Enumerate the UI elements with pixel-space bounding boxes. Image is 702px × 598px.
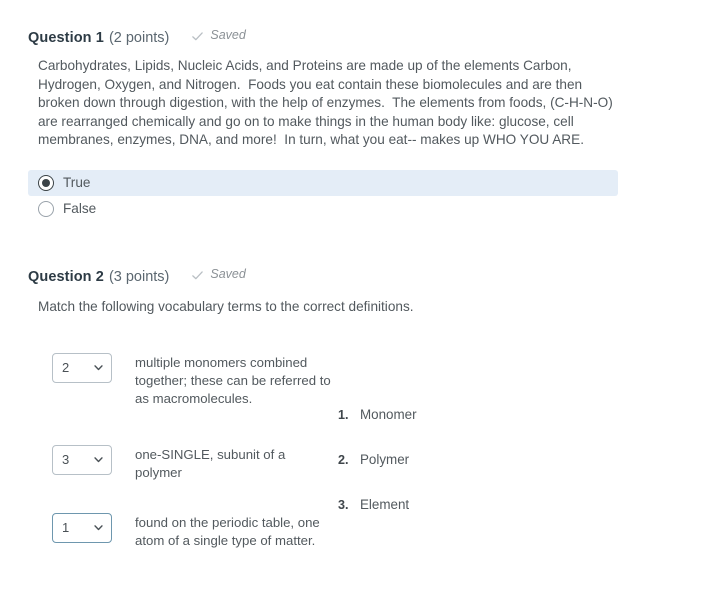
match-select-1-value: 2	[62, 360, 70, 376]
radio-false-icon[interactable]	[38, 200, 54, 217]
term-number: 2.	[338, 452, 349, 467]
question-1-saved-label: Saved	[210, 28, 246, 42]
answer-label-true: True	[63, 175, 91, 191]
term-label: Polymer	[360, 451, 410, 467]
chevron-down-icon	[93, 362, 104, 373]
question-2-saved-status: Saved	[191, 267, 246, 282]
question-1-title: Question 1	[28, 29, 104, 46]
chevron-down-icon	[93, 522, 104, 533]
match-select-3[interactable]: 1	[52, 512, 112, 543]
match-row: 3 one-SINGLE, subunit of a polymer	[52, 444, 331, 482]
match-row: 1 found on the periodic table, one atom …	[52, 512, 331, 550]
match-select-1[interactable]: 2	[52, 352, 112, 383]
question-1-saved-status: Saved	[191, 28, 246, 43]
matching-area: 2 multiple monomers combined together; t…	[0, 335, 702, 565]
answer-label-false: False	[63, 201, 97, 217]
question-1-points: (2 points)	[108, 29, 170, 46]
question-2-points: (3 points)	[108, 268, 170, 285]
radio-true-icon[interactable]	[38, 174, 54, 191]
question-1-header: Question 1 (2 points) Saved	[28, 28, 702, 48]
term-label: Element	[360, 496, 410, 512]
term-number: 3.	[338, 497, 349, 512]
question-1-body-text: Carbohydrates, Lipids, Nucleic Acids, an…	[38, 58, 617, 148]
answer-option-false[interactable]: False	[28, 196, 618, 222]
match-definition-2: one-SINGLE, subunit of a polymer	[135, 446, 286, 480]
check-icon	[191, 30, 204, 43]
check-icon	[191, 269, 204, 282]
match-row: 2 multiple monomers combined together; t…	[52, 352, 331, 409]
term-number: 1.	[338, 407, 349, 422]
match-select-2-value: 3	[62, 452, 70, 468]
question-1-answers: True False	[28, 169, 618, 222]
answer-option-true[interactable]: True	[28, 169, 618, 196]
match-select-2[interactable]: 3	[52, 444, 112, 475]
list-item: 2. Polymer	[338, 452, 409, 467]
question-2-saved-label: Saved	[210, 267, 246, 281]
question-block-1: Question 1 (2 points) Saved Carbohydrate…	[0, 28, 702, 222]
list-item: 3. Element	[338, 497, 409, 512]
question-2-instruction: Match the following vocabulary terms to …	[38, 299, 414, 314]
question-2-title: Question 2	[28, 268, 104, 285]
question-block-2: Question 2 (3 points) Saved Match the fo…	[0, 267, 702, 565]
question-2-header: Question 2 (3 points) Saved	[28, 267, 702, 287]
chevron-down-icon	[93, 454, 104, 465]
match-definition-1: multiple monomers combined together; the…	[135, 354, 331, 406]
match-definition-3: found on the periodic table, one atom of…	[135, 514, 320, 548]
list-item: 1. Monomer	[338, 407, 417, 422]
match-select-3-value: 1	[62, 520, 70, 536]
term-label: Monomer	[360, 406, 417, 422]
